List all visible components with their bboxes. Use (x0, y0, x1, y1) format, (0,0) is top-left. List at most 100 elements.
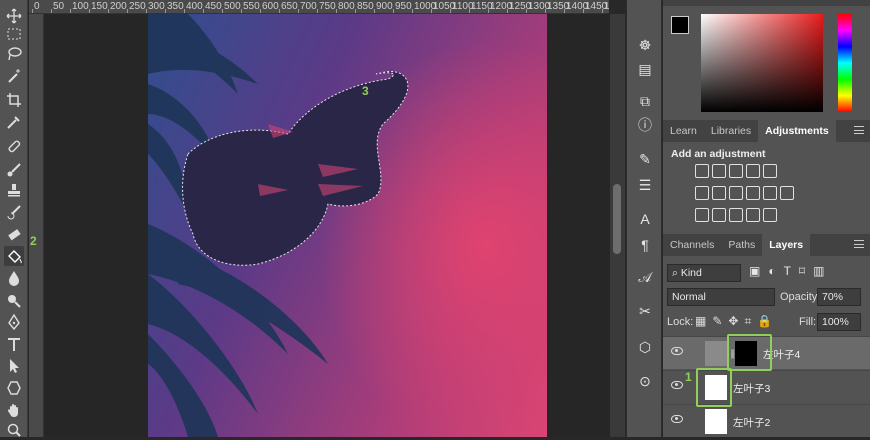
tab-layers[interactable]: Layers (762, 234, 811, 256)
hue-slider[interactable] (838, 14, 852, 112)
healing-brush-tool-icon[interactable] (4, 136, 24, 156)
gradient-map-icon[interactable] (763, 208, 777, 222)
ruler-tick-label: 200 (110, 1, 127, 12)
visibility-eye-icon[interactable] (671, 347, 683, 355)
levels-icon[interactable] (712, 164, 726, 178)
document-canvas[interactable] (148, 14, 547, 437)
ruler-tick-mark (260, 9, 261, 13)
ruler-tick-label: 800 (338, 1, 355, 12)
type-tool-icon[interactable] (4, 334, 24, 354)
ruler-tick-mark (507, 9, 508, 13)
brush-settings-icon[interactable]: ✎ (636, 150, 654, 168)
right-panels: Learn Libraries Adjustments Add an adjus… (663, 0, 870, 437)
eraser-tool-icon[interactable] (4, 224, 24, 244)
layer-row-3[interactable]: 左叶子3 (663, 370, 870, 403)
layer-thumbnail[interactable] (705, 341, 727, 366)
color-lookup-icon[interactable] (780, 186, 794, 200)
brush-tool-icon[interactable] (4, 160, 24, 180)
info-icon[interactable]: ⓘ (636, 116, 654, 134)
color-field[interactable] (701, 14, 823, 112)
timeline-icon[interactable]: ⊙ (636, 372, 654, 390)
eyedropper-tool-icon[interactable] (4, 112, 24, 132)
layer-name[interactable]: 左叶子3 (733, 381, 770, 396)
foreground-color-swatch[interactable] (671, 16, 689, 34)
visibility-eye-icon[interactable] (671, 415, 683, 423)
panel-menu-icon[interactable] (854, 126, 864, 134)
kind-filter-select[interactable]: ⌕ Kind (667, 264, 741, 282)
history-icon[interactable]: ⧉ (636, 92, 654, 110)
ruler-tick-mark (203, 9, 204, 13)
ruler-tick-label: 500 (224, 1, 241, 12)
layer-row-2[interactable]: 左叶子2 (663, 404, 870, 437)
tools-icon[interactable]: ✂ (636, 302, 654, 320)
magic-wand-tool-icon[interactable] (4, 66, 24, 86)
ruler-tick-mark (526, 9, 527, 13)
lock-icons[interactable]: ▦✎✥⌗🔒 (695, 314, 778, 329)
filter-type-icons[interactable]: ▣◐T⌑▥ (749, 264, 859, 282)
canvas-scrollbar[interactable] (610, 14, 625, 437)
path-selection-tool-icon[interactable] (4, 356, 24, 376)
ruler-tick-label: 650 (281, 1, 298, 12)
selective-color-icon[interactable] (746, 208, 760, 222)
ruler-tick-label: 100 (72, 1, 89, 12)
ruler-tick-mark (32, 9, 33, 13)
vibrance-icon[interactable] (763, 164, 777, 178)
crop-tool-icon[interactable] (4, 90, 24, 110)
posterize-icon[interactable] (712, 208, 726, 222)
ruler-tick-label: 0 (34, 1, 40, 12)
tab-paths[interactable]: Paths (721, 234, 762, 256)
leaf-artwork (148, 14, 409, 437)
history-brush-tool-icon[interactable] (4, 202, 24, 222)
clone-stamp-tool-icon[interactable] (4, 180, 24, 200)
color-balance-icon[interactable] (712, 186, 726, 200)
layer-name[interactable]: 左叶子2 (733, 415, 770, 430)
photo-filter-icon[interactable] (746, 186, 760, 200)
tab-libraries[interactable]: Libraries (704, 120, 758, 142)
move-tool-icon[interactable] (4, 6, 24, 26)
pen-tool-icon[interactable] (4, 312, 24, 332)
shape-tool-icon[interactable] (4, 378, 24, 398)
blur-tool-icon[interactable] (4, 268, 24, 288)
curves-icon[interactable] (729, 164, 743, 178)
marquee-tool-icon[interactable] (4, 24, 24, 44)
ruler-tick-label: 250 (129, 1, 146, 12)
hue-saturation-icon[interactable] (695, 186, 709, 200)
exposure-icon[interactable] (746, 164, 760, 178)
tab-adjustments[interactable]: Adjustments (758, 120, 836, 142)
properties-icon[interactable]: ☰ (636, 176, 654, 194)
ruler-tick-mark (298, 9, 299, 13)
hand-tool-icon[interactable] (4, 400, 24, 420)
adjustment-icons-row-1 (695, 164, 777, 178)
ruler-tick-label: 850 (357, 1, 374, 12)
dodge-tool-icon[interactable] (4, 290, 24, 310)
tab-channels[interactable]: Channels (663, 234, 721, 256)
ruler-tick-mark (374, 9, 375, 13)
brightness-icon[interactable] (695, 164, 709, 178)
zoom-tool-icon[interactable] (4, 420, 24, 440)
adjustments-title: Add an adjustment (671, 148, 766, 160)
opacity-input[interactable]: 70% (817, 288, 861, 306)
ruler-tick-mark (165, 9, 166, 13)
paint-bucket-tool-icon[interactable] (4, 246, 24, 266)
lasso-tool-icon[interactable] (4, 44, 24, 64)
glyphs-icon[interactable]: 𝒜 (636, 268, 654, 286)
invert-icon[interactable] (695, 208, 709, 222)
black-white-icon[interactable] (729, 186, 743, 200)
threshold-icon[interactable] (729, 208, 743, 222)
navigator-icon[interactable]: ☸ (636, 36, 654, 54)
tab-learn[interactable]: Learn (663, 120, 704, 142)
character-icon[interactable]: A (636, 210, 654, 228)
channel-mixer-icon[interactable] (763, 186, 777, 200)
3d-icon[interactable]: ⬡ (636, 338, 654, 356)
visibility-eye-icon[interactable] (671, 381, 683, 389)
paragraph-icon[interactable]: ¶ (636, 236, 654, 254)
blend-mode-select[interactable]: Normal (667, 288, 775, 306)
layer-thumbnail[interactable] (705, 409, 727, 434)
fill-input[interactable]: 100% (817, 313, 861, 331)
brush-presets-icon[interactable]: ▤ (636, 60, 654, 78)
color-panel-tabbar (663, 0, 870, 6)
ruler-tick-mark (469, 9, 470, 13)
scrollbar-thumb[interactable] (613, 184, 621, 254)
layers-menu-icon[interactable] (854, 240, 864, 248)
ruler-tick-mark (317, 9, 318, 13)
